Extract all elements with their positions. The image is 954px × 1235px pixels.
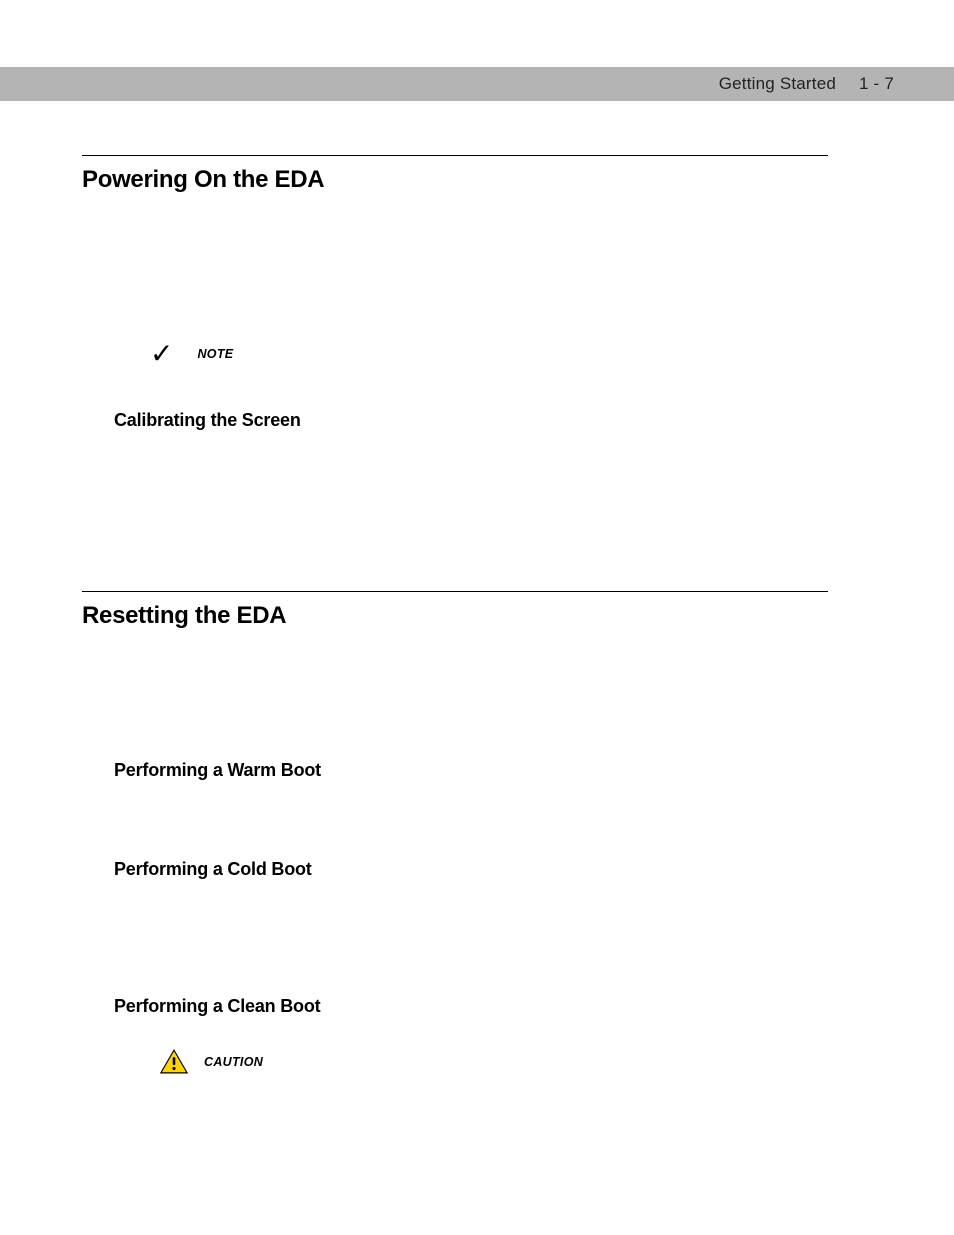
page-number: 1 - 7 bbox=[859, 74, 894, 93]
spacer bbox=[82, 431, 828, 591]
page-header-text: Getting Started 1 - 7 bbox=[719, 74, 894, 94]
section-rule bbox=[82, 591, 828, 592]
note-block: ✓ NOTE bbox=[150, 340, 828, 368]
heading-warm-boot: Performing a Warm Boot bbox=[114, 760, 828, 781]
heading-resetting: Resetting the EDA bbox=[82, 602, 828, 630]
spacer bbox=[82, 194, 828, 340]
spacer bbox=[82, 1017, 828, 1049]
checkmark-icon: ✓ bbox=[150, 340, 173, 368]
caution-triangle-icon bbox=[160, 1049, 188, 1074]
caution-label: CAUTION bbox=[204, 1055, 263, 1069]
spacer bbox=[82, 630, 828, 760]
heading-calibrating: Calibrating the Screen bbox=[114, 410, 828, 431]
spacer bbox=[82, 368, 828, 410]
note-label: NOTE bbox=[197, 347, 233, 361]
heading-clean-boot: Performing a Clean Boot bbox=[114, 996, 828, 1017]
heading-cold-boot: Performing a Cold Boot bbox=[114, 859, 828, 880]
caution-block: CAUTION bbox=[160, 1049, 828, 1074]
section-name: Getting Started bbox=[719, 74, 836, 94]
heading-powering-on: Powering On the EDA bbox=[82, 166, 828, 194]
page-content: Powering On the EDA ✓ NOTE Calibrating t… bbox=[82, 155, 828, 1074]
document-page: Getting Started 1 - 7 Powering On the ED… bbox=[0, 0, 954, 1235]
spacer bbox=[82, 880, 828, 996]
spacer bbox=[82, 781, 828, 859]
page-header-bar: Getting Started 1 - 7 bbox=[0, 67, 954, 101]
section-rule bbox=[82, 155, 828, 156]
